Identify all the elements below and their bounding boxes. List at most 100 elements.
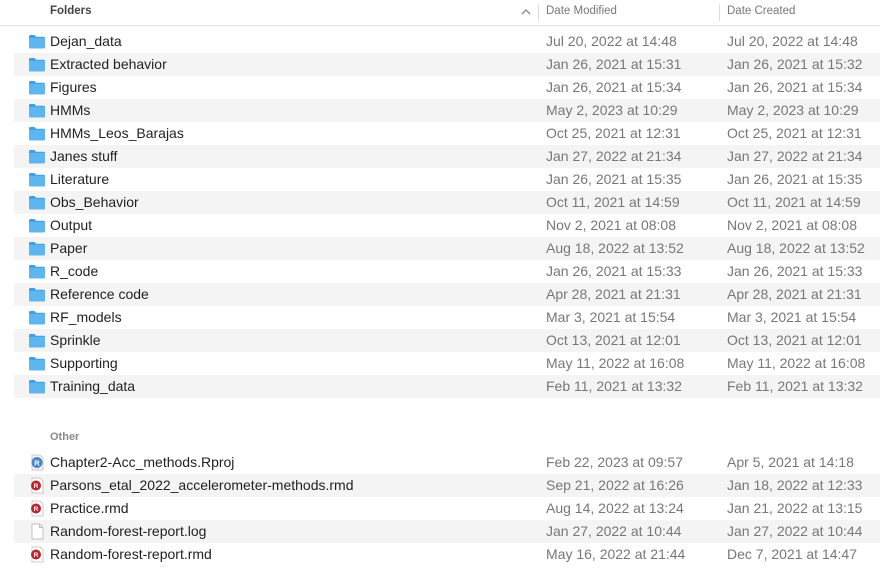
- item-name: R_code: [50, 263, 99, 279]
- file-list: R Chapter2-Acc_methods.Rproj Feb 22, 2023 …: [14, 451, 880, 566]
- document-icon: [28, 523, 46, 540]
- item-name: Extracted behavior: [50, 56, 167, 72]
- rmd-file-icon: R: [28, 546, 46, 563]
- date-created: Oct 25, 2021 at 12:31: [727, 125, 862, 141]
- date-modified: Apr 28, 2021 at 21:31: [546, 286, 681, 302]
- list-item[interactable]: Obs_Behavior Oct 11, 2021 at 14:59 Oct 11,…: [14, 191, 880, 214]
- date-modified: Jan 27, 2022 at 10:44: [546, 523, 682, 539]
- folder-icon: [28, 263, 46, 280]
- date-created: May 2, 2023 at 10:29: [727, 102, 859, 118]
- date-modified: Aug 18, 2022 at 13:52: [546, 240, 684, 256]
- list-item[interactable]: Supporting May 11, 2022 at 16:08 May 11, 2…: [14, 352, 880, 375]
- group-label-other: Other: [50, 431, 80, 443]
- date-created: Aug 18, 2022 at 13:52: [727, 240, 865, 256]
- item-name: Supporting: [50, 355, 118, 371]
- date-created: Jan 27, 2022 at 10:44: [727, 523, 863, 539]
- column-header-date-created[interactable]: Date Created: [727, 0, 795, 25]
- date-created: Oct 13, 2021 at 12:01: [727, 332, 862, 348]
- folder-icon: [28, 378, 46, 395]
- list-item[interactable]: Janes stuff Jan 27, 2022 at 21:34 Jan 27, …: [14, 145, 880, 168]
- item-name: HMMs_Leos_Barajas: [50, 125, 184, 141]
- date-created: Nov 2, 2021 at 08:08: [727, 217, 857, 233]
- date-modified: May 11, 2022 at 16:08: [546, 355, 685, 371]
- rmd-file-icon: R: [28, 477, 46, 494]
- list-item[interactable]: R Parsons_etal_2022_accelerometer-methods…: [14, 474, 880, 497]
- list-item[interactable]: Paper Aug 18, 2022 at 13:52 Aug 18, 2022 a…: [14, 237, 880, 260]
- date-created: May 11, 2022 at 16:08: [727, 355, 866, 371]
- list-item[interactable]: R Practice.rmd Aug 14, 2022 at 13:24 Jan 21…: [14, 497, 880, 520]
- date-modified: Jan 27, 2022 at 21:34: [546, 148, 682, 164]
- date-modified: Oct 25, 2021 at 12:31: [546, 125, 681, 141]
- item-name: Random-forest-report.rmd: [50, 546, 212, 562]
- list-item[interactable]: Output Nov 2, 2021 at 08:08 Nov 2, 2021 at…: [14, 214, 880, 237]
- date-created: Jan 26, 2021 at 15:33: [727, 263, 863, 279]
- column-divider[interactable]: [719, 4, 720, 21]
- svg-text:R: R: [34, 506, 39, 513]
- svg-text:R: R: [34, 552, 39, 559]
- list-item[interactable]: Dejan_data Jul 20, 2022 at 14:48 Jul 20, 2…: [14, 30, 880, 53]
- rproj-icon: R: [28, 454, 46, 471]
- list-item[interactable]: Literature Jan 26, 2021 at 15:35 Jan 26, 2…: [14, 168, 880, 191]
- date-modified: Jul 20, 2022 at 14:48: [546, 33, 677, 49]
- list-item[interactable]: HMMs_Leos_Barajas Oct 25, 2021 at 12:31 Oc…: [14, 122, 880, 145]
- column-header-folders[interactable]: Folders: [50, 0, 92, 25]
- folder-icon: [28, 102, 46, 119]
- folder-icon: [28, 148, 46, 165]
- list-item[interactable]: Random-forest-report.log Jan 27, 2022 at …: [14, 520, 880, 543]
- list-item[interactable]: R_code Jan 26, 2021 at 15:33 Jan 26, 2021 …: [14, 260, 880, 283]
- folder-list: Dejan_data Jul 20, 2022 at 14:48 Jul 20, 2…: [14, 30, 880, 398]
- date-modified: May 2, 2023 at 10:29: [546, 102, 678, 118]
- folder-icon: [28, 194, 46, 211]
- list-item[interactable]: R Chapter2-Acc_methods.Rproj Feb 22, 2023 …: [14, 451, 880, 474]
- item-name: Random-forest-report.log: [50, 523, 207, 539]
- svg-text:R: R: [34, 458, 40, 467]
- item-name: Obs_Behavior: [50, 194, 139, 210]
- date-created: Jan 26, 2021 at 15:35: [727, 171, 863, 187]
- date-created: Jul 20, 2022 at 14:48: [727, 33, 858, 49]
- svg-text:R: R: [34, 483, 39, 490]
- list-item[interactable]: Reference code Apr 28, 2021 at 21:31 Apr 2…: [14, 283, 880, 306]
- column-divider[interactable]: [538, 4, 539, 21]
- list-item[interactable]: Training_data Feb 11, 2021 at 13:32 Feb 11…: [14, 375, 880, 398]
- folder-icon: [28, 79, 46, 96]
- item-name: HMMs: [50, 102, 91, 118]
- item-name: Paper: [50, 240, 88, 256]
- item-name: Parsons_etal_2022_accelerometer-methods.…: [50, 477, 354, 493]
- item-name: Reference code: [50, 286, 149, 302]
- list-item[interactable]: R Random-forest-report.rmd May 16, 2022 at…: [14, 543, 880, 566]
- item-name: Janes stuff: [50, 148, 118, 164]
- folder-icon: [28, 240, 46, 257]
- date-created: Dec 7, 2021 at 14:47: [727, 546, 857, 562]
- date-modified: Oct 13, 2021 at 12:01: [546, 332, 681, 348]
- folder-icon: [28, 309, 46, 326]
- date-modified: Oct 11, 2021 at 14:59: [546, 194, 680, 210]
- date-modified: Nov 2, 2021 at 08:08: [546, 217, 676, 233]
- folder-icon: [28, 286, 46, 303]
- date-modified: Jan 26, 2021 at 15:33: [546, 263, 682, 279]
- list-item[interactable]: Sprinkle Oct 13, 2021 at 12:01 Oct 13, 202…: [14, 329, 880, 352]
- folder-icon: [28, 125, 46, 142]
- date-created: Apr 5, 2021 at 14:18: [727, 454, 854, 470]
- list-item[interactable]: HMMs May 2, 2023 at 10:29 May 2, 2023 at 1…: [14, 99, 880, 122]
- folder-icon: [28, 171, 46, 188]
- column-header-date-modified[interactable]: Date Modified: [546, 0, 617, 25]
- date-modified: Jan 26, 2021 at 15:35: [546, 171, 682, 187]
- folder-icon: [28, 355, 46, 372]
- date-modified: Feb 11, 2021 at 13:32: [546, 378, 682, 394]
- list-item[interactable]: Figures Jan 26, 2021 at 15:34 Jan 26, 2021…: [14, 76, 880, 99]
- date-created: Jan 27, 2022 at 21:34: [727, 148, 863, 164]
- date-created: Oct 11, 2021 at 14:59: [727, 194, 861, 210]
- item-name: Chapter2-Acc_methods.Rproj: [50, 454, 235, 470]
- date-modified: Mar 3, 2021 at 15:54: [546, 309, 676, 325]
- item-name: Literature: [50, 171, 110, 187]
- date-modified: Jan 26, 2021 at 15:34: [546, 79, 682, 95]
- sort-ascending-icon[interactable]: [519, 5, 533, 19]
- folder-icon: [28, 33, 46, 50]
- date-created: Jan 26, 2021 at 15:32: [727, 56, 863, 72]
- list-item[interactable]: Extracted behavior Jan 26, 2021 at 15:31 J…: [14, 53, 880, 76]
- folder-icon: [28, 332, 46, 349]
- date-created: Jan 26, 2021 at 15:34: [727, 79, 863, 95]
- date-created: Apr 28, 2021 at 21:31: [727, 286, 862, 302]
- date-created: Feb 11, 2021 at 13:32: [727, 378, 863, 394]
- list-item[interactable]: RF_models Mar 3, 2021 at 15:54 Mar 3, 2021…: [14, 306, 880, 329]
